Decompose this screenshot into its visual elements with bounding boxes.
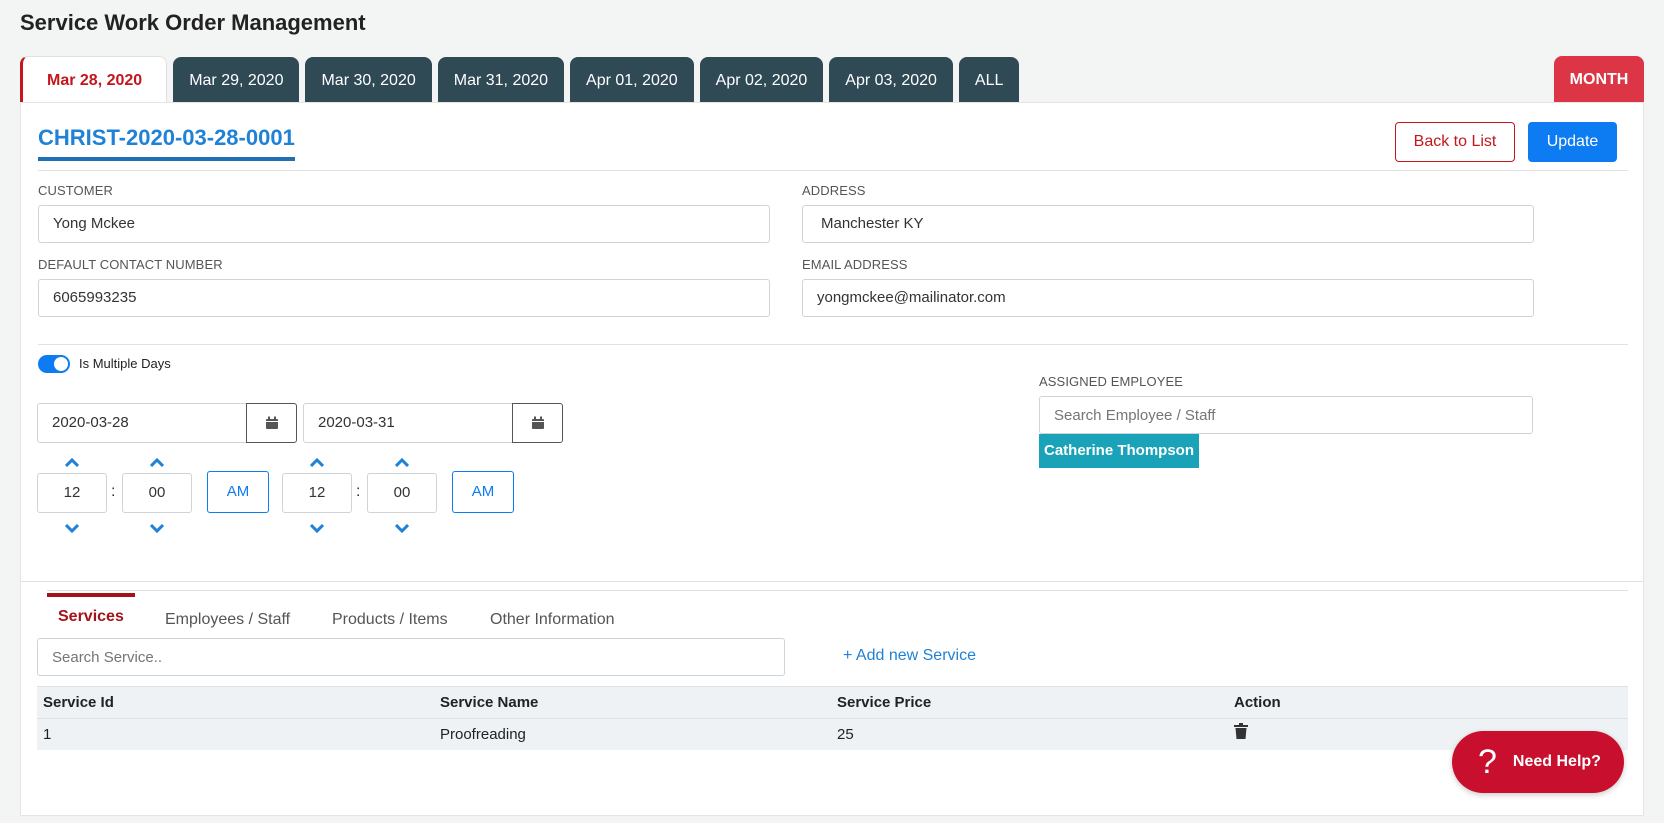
customer-label: CUSTOMER [38, 183, 113, 198]
tab-all[interactable]: ALL [958, 57, 1020, 102]
update-button[interactable]: Update [1528, 122, 1617, 162]
add-new-service-link[interactable]: + Add new Service [843, 647, 976, 665]
column-header: Service Id [43, 694, 114, 711]
tab-products-items[interactable]: Products / Items [332, 611, 448, 629]
tab-services[interactable]: Services [58, 608, 124, 626]
work-order-panel: CHRIST-2020-03-28-0001 Back to List Upda… [20, 102, 1644, 816]
active-tab-indicator [47, 593, 135, 597]
end-calendar-button[interactable] [512, 403, 563, 443]
month-button[interactable]: MONTH [1554, 56, 1644, 102]
end-minute-up-icon[interactable] [392, 455, 412, 469]
employee-search-input[interactable] [1039, 396, 1533, 434]
service-id-cell: 1 [43, 726, 52, 743]
address-label: ADDRESS [802, 183, 866, 198]
assigned-employee-label: ASSIGNED EMPLOYEE [1039, 374, 1184, 389]
end-date-input[interactable]: 2020-03-31 [303, 403, 513, 443]
divider [38, 170, 1628, 171]
start-minute-up-icon[interactable] [147, 455, 167, 469]
trash-icon[interactable] [1234, 719, 1248, 751]
end-hour-down-icon[interactable] [307, 521, 327, 535]
email-label: EMAIL ADDRESS [802, 257, 908, 272]
need-help-label: Need Help? [1512, 753, 1601, 770]
start-ampm-button[interactable]: AM [207, 471, 269, 513]
page-title: Service Work Order Management [20, 10, 366, 35]
tab-apr-02[interactable]: Apr 02, 2020 [699, 57, 824, 102]
start-calendar-button[interactable] [246, 403, 297, 443]
service-name-cell: Proofreading [440, 726, 526, 743]
assigned-employee-chip[interactable]: Catherine Thompson [1039, 434, 1200, 468]
start-hour-down-icon[interactable] [62, 521, 82, 535]
multiple-days-label: Is Multiple Days [79, 356, 171, 371]
divider [21, 581, 1643, 582]
column-header: Service Name [440, 694, 539, 711]
sub-tabs-divider [47, 590, 1628, 591]
need-help-button[interactable]: ? Need Help? [1452, 731, 1624, 793]
calendar-icon [531, 416, 544, 429]
time-separator: : [356, 483, 361, 500]
end-minute-down-icon[interactable] [392, 521, 412, 535]
calendar-icon [265, 416, 278, 429]
tab-mar-30[interactable]: Mar 30, 2020 [305, 57, 432, 102]
tab-employees-staff[interactable]: Employees / Staff [165, 611, 290, 629]
start-minute-input[interactable]: 00 [122, 473, 192, 513]
start-hour-input[interactable]: 12 [37, 473, 107, 513]
start-date-input[interactable]: 2020-03-28 [37, 403, 247, 443]
back-to-list-button[interactable]: Back to List [1395, 122, 1515, 162]
column-header: Service Price [837, 694, 932, 711]
email-field[interactable]: yongmckee@mailinator.com [802, 279, 1534, 317]
tab-mar-28[interactable]: Mar 28, 2020 [20, 56, 168, 102]
tab-other-information[interactable]: Other Information [490, 611, 615, 629]
contact-number-field[interactable]: 6065993235 [38, 279, 770, 317]
tab-apr-03[interactable]: Apr 03, 2020 [829, 57, 953, 102]
services-table: Service Id Service Name Service Price Ac… [37, 686, 1628, 750]
date-tabs: Mar 28, 2020 Mar 29, 2020 Mar 30, 2020 M… [20, 56, 1025, 102]
customer-field[interactable]: Yong Mckee [38, 205, 770, 243]
table-header: Service Id Service Name Service Price Ac… [37, 686, 1628, 718]
order-id: CHRIST-2020-03-28-0001 [38, 125, 295, 161]
tab-mar-31[interactable]: Mar 31, 2020 [437, 57, 565, 102]
tab-mar-29[interactable]: Mar 29, 2020 [173, 57, 300, 102]
column-header: Action [1234, 694, 1281, 711]
end-ampm-button[interactable]: AM [452, 471, 514, 513]
address-field[interactable]: Manchester KY [802, 205, 1534, 243]
start-minute-down-icon[interactable] [147, 521, 167, 535]
question-icon: ? [1478, 742, 1497, 781]
multiple-days-toggle[interactable] [38, 355, 70, 373]
end-hour-input[interactable]: 12 [282, 473, 352, 513]
contact-number-label: DEFAULT CONTACT NUMBER [38, 257, 223, 272]
end-hour-up-icon[interactable] [307, 455, 327, 469]
divider [38, 344, 1628, 345]
service-price-cell: 25 [837, 726, 854, 743]
tab-apr-01[interactable]: Apr 01, 2020 [570, 57, 694, 102]
table-row: 1 Proofreading 25 [37, 718, 1628, 750]
start-hour-up-icon[interactable] [62, 455, 82, 469]
end-minute-input[interactable]: 00 [367, 473, 437, 513]
service-search-input[interactable] [37, 638, 785, 676]
time-separator: : [111, 483, 116, 500]
